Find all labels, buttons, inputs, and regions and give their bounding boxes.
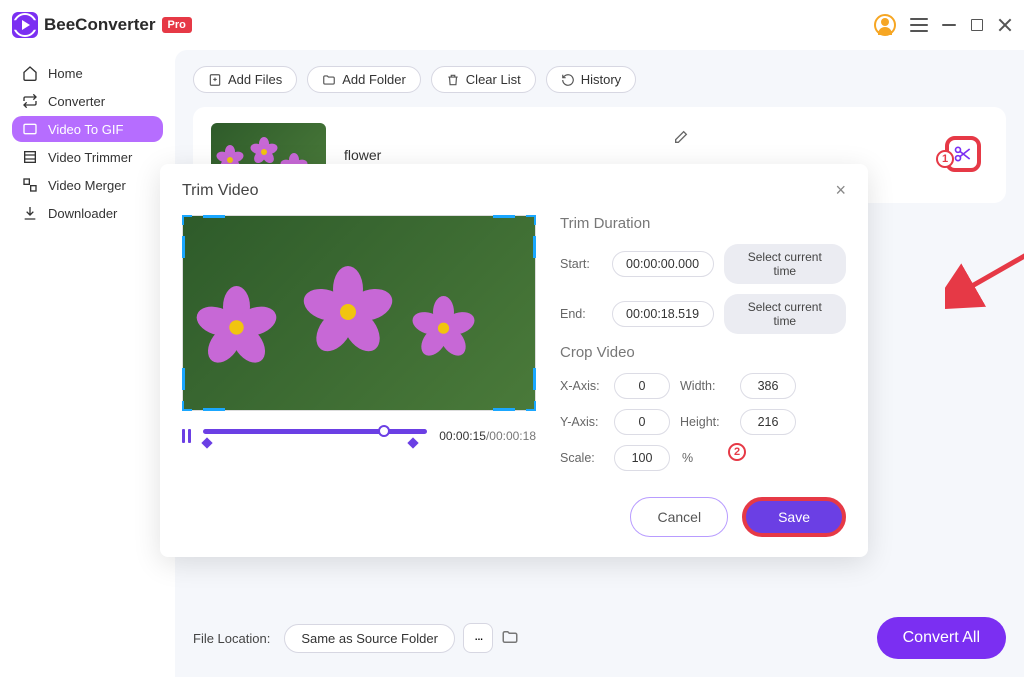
trimmer-icon	[22, 149, 38, 165]
sidebar-item-label: Video Trimmer	[48, 150, 132, 165]
crop-handle-right[interactable]	[533, 236, 536, 258]
trash-icon	[446, 73, 460, 87]
trim-end-marker[interactable]	[408, 437, 419, 448]
convert-all-button[interactable]: Convert All	[877, 617, 1006, 659]
window-close-button[interactable]	[998, 18, 1012, 32]
edit-name-icon[interactable]	[673, 129, 689, 150]
converter-icon	[22, 93, 38, 109]
window-minimize-button[interactable]	[942, 18, 956, 32]
app-logo-block: BeeConverter Pro	[12, 12, 192, 38]
gif-icon	[22, 121, 38, 137]
video-preview[interactable]	[182, 215, 536, 411]
controls-column: Trim Duration Start: Select current time…	[560, 215, 846, 481]
preview-column: 00:00:15/00:00:18	[182, 215, 536, 481]
end-label: End:	[560, 307, 602, 321]
user-avatar-icon[interactable]	[874, 14, 896, 36]
add-files-button[interactable]: Add Files	[193, 66, 297, 93]
home-icon	[22, 65, 38, 81]
app-logo-icon	[12, 12, 38, 38]
sidebar-item-home[interactable]: Home	[12, 60, 163, 86]
annotation-arrow	[945, 210, 1024, 310]
scale-label: Scale:	[560, 451, 604, 465]
height-input[interactable]	[740, 409, 796, 435]
history-button[interactable]: History	[546, 66, 636, 93]
pro-badge: Pro	[162, 17, 192, 33]
seek-track[interactable]	[203, 423, 427, 449]
sidebar-item-converter[interactable]: Converter	[12, 88, 163, 114]
video-name: flower	[344, 147, 381, 163]
annotation-badge-1: 1	[936, 150, 954, 168]
crop-handle-top[interactable]	[493, 215, 515, 218]
crop-handle-bottom[interactable]	[203, 408, 225, 411]
crop-handle-br[interactable]	[526, 401, 536, 411]
sidebar-item-video-trimmer[interactable]: Video Trimmer	[12, 144, 163, 170]
scale-input[interactable]	[614, 445, 670, 471]
crop-handle-left[interactable]	[182, 368, 185, 390]
file-location-select: Same as Source Folder ···	[284, 623, 521, 653]
crop-handle-tr[interactable]	[526, 215, 536, 225]
add-folder-icon	[322, 73, 336, 87]
titlebar: BeeConverter Pro	[0, 0, 1024, 50]
end-time-input[interactable]	[612, 301, 714, 327]
sidebar-item-label: Video To GIF	[48, 122, 123, 137]
window-maximize-button[interactable]	[970, 18, 984, 32]
trim-section-title: Trim Duration	[560, 215, 846, 232]
modal-title: Trim Video	[182, 182, 258, 200]
modal-close-button[interactable]: ×	[835, 180, 846, 201]
start-label: Start:	[560, 257, 602, 271]
merger-icon	[22, 177, 38, 193]
crop-section-title: Crop Video	[560, 344, 846, 361]
scissors-icon	[953, 144, 973, 164]
x-label: X-Axis:	[560, 379, 604, 393]
app-name: BeeConverter	[44, 15, 156, 35]
sidebar: Home Converter Video To GIF Video Trimme…	[0, 50, 175, 677]
playback-row: 00:00:15/00:00:18	[182, 423, 536, 449]
width-label: Width:	[680, 379, 730, 393]
toolbar: Add Files Add Folder Clear List History	[193, 66, 1006, 93]
add-file-icon	[208, 73, 222, 87]
playhead[interactable]	[378, 425, 390, 437]
sidebar-item-label: Home	[48, 66, 83, 81]
select-current-start-button[interactable]: Select current time	[724, 244, 846, 284]
menu-icon[interactable]	[910, 18, 928, 32]
select-current-end-button[interactable]: Select current time	[724, 294, 846, 334]
sidebar-item-video-to-gif[interactable]: Video To GIF	[12, 116, 163, 142]
time-display: 00:00:15/00:00:18	[439, 429, 536, 443]
sidebar-item-label: Converter	[48, 94, 105, 109]
crop-handle-top[interactable]	[203, 215, 225, 218]
crop-handle-right[interactable]	[533, 368, 536, 390]
sidebar-item-video-merger[interactable]: Video Merger	[12, 172, 163, 198]
height-label: Height:	[680, 415, 730, 429]
sidebar-item-label: Downloader	[48, 206, 117, 221]
open-folder-icon[interactable]	[501, 628, 521, 648]
y-label: Y-Axis:	[560, 415, 604, 429]
scale-unit: %	[682, 451, 693, 465]
clear-list-button[interactable]: Clear List	[431, 66, 536, 93]
crop-handle-bl[interactable]	[182, 401, 192, 411]
footer-row: File Location: Same as Source Folder ···…	[193, 617, 1006, 659]
file-location-label: File Location:	[193, 631, 270, 646]
start-time-input[interactable]	[612, 251, 714, 277]
width-input[interactable]	[740, 373, 796, 399]
trim-video-modal: Trim Video ×	[160, 164, 868, 557]
save-button[interactable]: Save	[742, 497, 846, 537]
sidebar-item-label: Video Merger	[48, 178, 126, 193]
file-location-value[interactable]: Same as Source Folder	[284, 624, 455, 653]
file-location-more-button[interactable]: ···	[463, 623, 493, 653]
pause-button[interactable]	[182, 429, 191, 443]
crop-handle-tl[interactable]	[182, 215, 192, 225]
history-icon	[561, 73, 575, 87]
y-axis-input[interactable]	[614, 409, 670, 435]
x-axis-input[interactable]	[614, 373, 670, 399]
add-folder-button[interactable]: Add Folder	[307, 66, 421, 93]
crop-handle-left[interactable]	[182, 236, 185, 258]
sidebar-item-downloader[interactable]: Downloader	[12, 200, 163, 226]
crop-handle-bottom[interactable]	[493, 408, 515, 411]
download-icon	[22, 205, 38, 221]
window-controls	[874, 14, 1012, 36]
trim-start-marker[interactable]	[201, 437, 212, 448]
cancel-button[interactable]: Cancel	[630, 497, 728, 537]
annotation-badge-2: 2	[728, 443, 746, 461]
